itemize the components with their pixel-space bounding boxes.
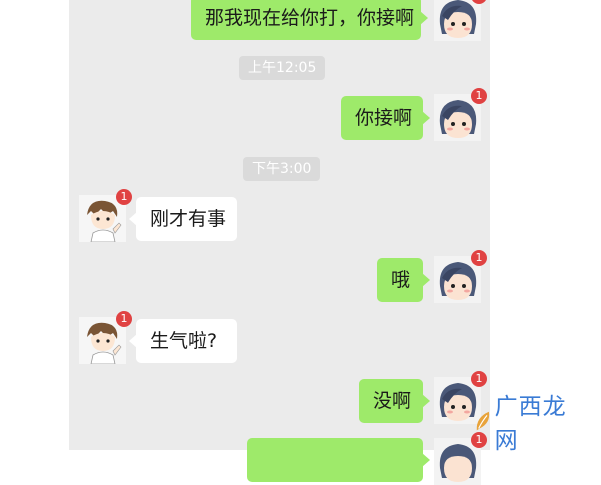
message-bubble-sent[interactable] [247, 438, 430, 482]
watermark-text: 广西龙网 [494, 394, 567, 454]
avatar-contact[interactable]: 1 [79, 311, 132, 364]
unread-badge: 1 [471, 250, 487, 266]
leaf-icon [476, 411, 490, 431]
unread-badge: 1 [116, 311, 132, 327]
message-bubble-received[interactable]: 刚才有事 [129, 197, 237, 241]
timestamp: 下午3:00 [243, 157, 321, 181]
avatar-self[interactable]: 1 [434, 432, 487, 485]
message-bubble-sent[interactable]: 哦 [377, 258, 430, 302]
unread-badge: 1 [471, 371, 487, 387]
unread-badge: 1 [471, 88, 487, 104]
unread-badge: 1 [116, 189, 132, 205]
avatar-contact[interactable]: 1 [79, 189, 132, 242]
timestamp: 上午12:05 [239, 56, 326, 80]
message-bubble-sent[interactable]: 那我现在给你打，你接啊 [191, 0, 428, 40]
avatar-self[interactable]: 1 [434, 88, 487, 141]
message-bubble-sent[interactable]: 你接啊 [341, 96, 430, 140]
message-bubble-sent[interactable]: 没啊 [359, 379, 430, 423]
avatar-self[interactable]: 1 [434, 250, 487, 303]
avatar-self[interactable]: 1 [434, 0, 487, 41]
watermark-logo: 广西龙网 [474, 394, 584, 454]
girl-avatar-icon [434, 0, 481, 41]
message-bubble-received[interactable]: 生气啦? [129, 319, 237, 363]
